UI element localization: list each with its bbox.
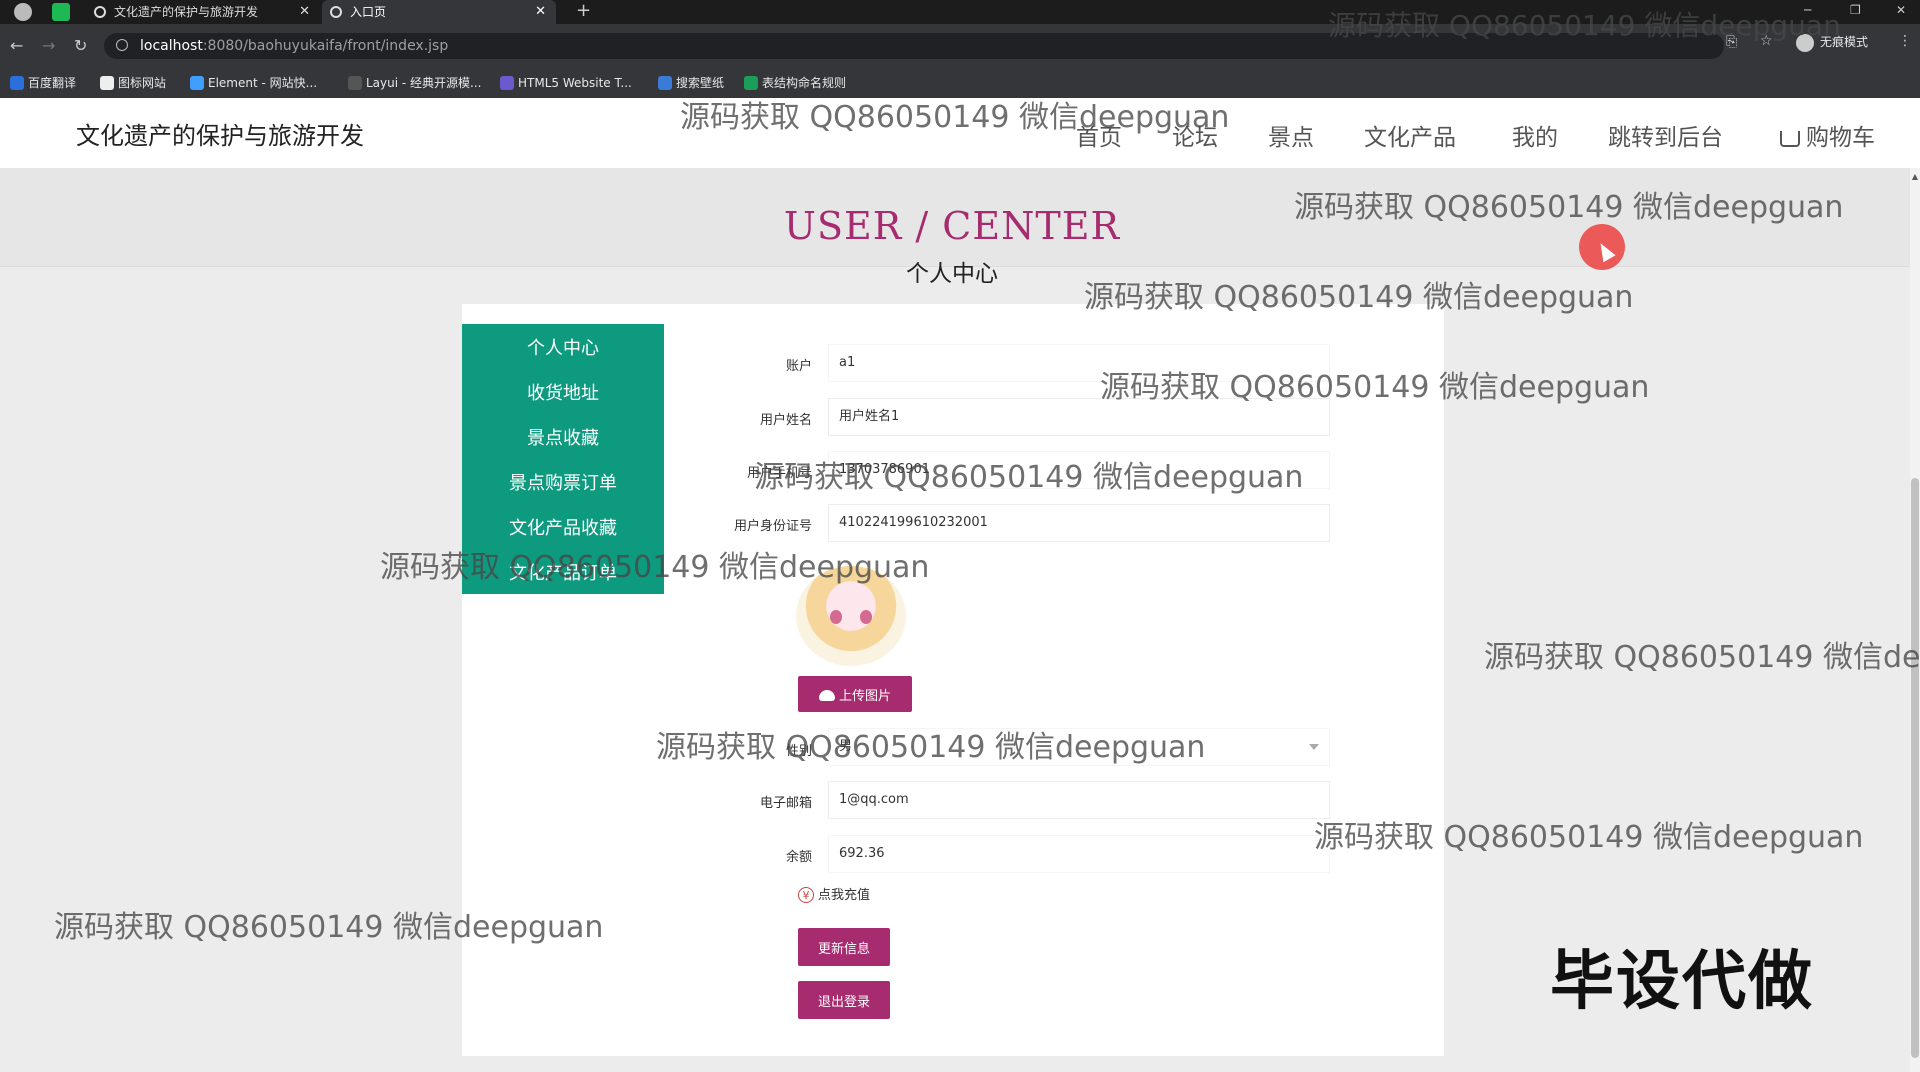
email-field[interactable]: 1@qq.com bbox=[828, 781, 1330, 819]
element-bookmark-icon bbox=[190, 76, 204, 90]
more-menu-icon[interactable]: ⋮ bbox=[1898, 33, 1912, 49]
layui-bookmark-icon bbox=[348, 76, 362, 90]
idcard-field[interactable]: 410224199610232001 bbox=[828, 504, 1330, 542]
html5-bookmark-icon bbox=[500, 76, 514, 90]
balance-label: 余额 bbox=[785, 850, 812, 865]
update-info-button[interactable]: 更新信息 bbox=[798, 928, 890, 966]
site-info-icon[interactable] bbox=[116, 39, 128, 51]
upload-label: 上传图片 bbox=[838, 688, 891, 704]
cloud-upload-icon bbox=[818, 689, 835, 701]
bookmark-item[interactable]: 百度翻译 bbox=[8, 68, 76, 98]
sidebar-item-address[interactable]: 收货地址 bbox=[462, 379, 664, 405]
account-label: 账户 bbox=[785, 359, 812, 374]
sidebar-item-profile[interactable]: 个人中心 bbox=[462, 334, 664, 360]
globe-icon bbox=[94, 6, 106, 18]
watermark: 源码获取 QQ86050149 微信deepguan bbox=[1294, 190, 1844, 225]
flag-bookmark-icon bbox=[100, 76, 114, 90]
tab-title: 入口页 bbox=[350, 5, 387, 19]
avatar-eye bbox=[830, 610, 842, 624]
tab-close-icon[interactable]: ✕ bbox=[299, 0, 310, 24]
back-icon[interactable]: ← bbox=[10, 36, 23, 56]
idcard-label: 用户身份证号 bbox=[733, 519, 812, 534]
watermark: 源码获取 QQ86050149 微信deepguan bbox=[54, 910, 604, 945]
url-host: localhost bbox=[140, 38, 203, 54]
watermark: 源码获取 QQ86050149 微信deepguan bbox=[754, 460, 1304, 495]
nav-admin[interactable]: 跳转到后台 bbox=[1608, 118, 1723, 152]
tab-close-icon[interactable]: ✕ bbox=[535, 0, 546, 24]
email-label: 电子邮箱 bbox=[759, 796, 812, 811]
balance-field[interactable]: 692.36 bbox=[828, 835, 1330, 873]
restore-icon[interactable]: ❐ bbox=[1850, 0, 1861, 20]
globe-icon bbox=[330, 6, 342, 18]
watermark: 源码获取 QQ86050149 微信deepguan bbox=[680, 100, 1230, 135]
url-path: :8080/baohuyukaifa/front/index.jsp bbox=[202, 38, 449, 54]
browser-menu-icon[interactable] bbox=[14, 3, 32, 21]
sidebar-item-ticket-orders[interactable]: 景点购票订单 bbox=[462, 469, 664, 495]
name-label: 用户姓名 bbox=[759, 413, 812, 428]
wallpaper-bookmark-icon bbox=[658, 76, 672, 90]
bookmark-item[interactable]: Element - 网站快... bbox=[188, 68, 317, 98]
nav-mine[interactable]: 我的 bbox=[1512, 118, 1558, 152]
nav-attractions[interactable]: 景点 bbox=[1268, 118, 1314, 152]
scroll-up-arrow-icon[interactable]: ▲ bbox=[1910, 172, 1920, 181]
avatar-eye bbox=[860, 610, 872, 624]
translate-bookmark-icon bbox=[10, 76, 24, 90]
watermark: 源码获取 QQ86050149 微信deepguan bbox=[656, 730, 1206, 765]
bookmark-item[interactable]: Layui - 经典开源模... bbox=[346, 68, 481, 98]
tab-title: 文化遗产的保护与旅游开发 bbox=[114, 5, 259, 19]
cart-label: 购物车 bbox=[1806, 125, 1875, 151]
watermark: 源码获取 QQ86050149 微信deepguan bbox=[1314, 820, 1864, 855]
watermark: 源码获取 QQ86050149 微信deepguan bbox=[1328, 9, 1841, 42]
table-bookmark-icon bbox=[744, 76, 758, 90]
watermark: 源码获取 QQ86050149 微信deepguan bbox=[380, 550, 930, 585]
cart-icon bbox=[1780, 131, 1800, 147]
chevron-down-icon bbox=[1309, 744, 1319, 750]
logout-button[interactable]: 退出登录 bbox=[798, 981, 890, 1019]
nav-culture-products[interactable]: 文化产品 bbox=[1364, 118, 1456, 152]
upload-image-button[interactable]: 上传图片 bbox=[798, 676, 912, 712]
window-close-icon[interactable]: ✕ bbox=[1896, 0, 1906, 20]
overlay-stamp: 毕设代做 bbox=[1550, 945, 1814, 1019]
yen-icon: ¥ bbox=[798, 887, 814, 903]
watermark: 源码获取 QQ86050149 微信deepguan bbox=[1100, 370, 1650, 405]
nav-cart[interactable]: 购物车 bbox=[1780, 118, 1875, 152]
scrollbar-thumb[interactable] bbox=[1911, 478, 1919, 1058]
watermark: 源码获取 QQ86050149 微信deepguan bbox=[1084, 280, 1634, 315]
new-tab-button[interactable]: + bbox=[576, 0, 591, 22]
tab-entry[interactable]: 入口页 ✕ bbox=[322, 0, 556, 24]
site-title[interactable]: 文化遗产的保护与旅游开发 bbox=[76, 116, 364, 151]
pinned-tab-icon[interactable] bbox=[52, 3, 70, 21]
sidebar-item-product-favorites[interactable]: 文化产品收藏 bbox=[462, 514, 664, 540]
tab-site[interactable]: 文化遗产的保护与旅游开发 ✕ bbox=[86, 0, 320, 24]
bookmark-item[interactable]: 图标网站 bbox=[98, 68, 166, 98]
recharge-link[interactable]: ¥ 点我充值 bbox=[798, 884, 870, 903]
watermark: 源码获取 QQ86050149 微信dee bbox=[1484, 640, 1920, 675]
forward-icon[interactable]: → bbox=[42, 36, 55, 56]
recharge-label: 点我充值 bbox=[818, 888, 871, 903]
reload-icon[interactable]: ↻ bbox=[74, 36, 87, 56]
sidebar-item-attraction-favorites[interactable]: 景点收藏 bbox=[462, 424, 664, 450]
bookmark-item[interactable]: HTML5 Website T... bbox=[498, 68, 632, 98]
